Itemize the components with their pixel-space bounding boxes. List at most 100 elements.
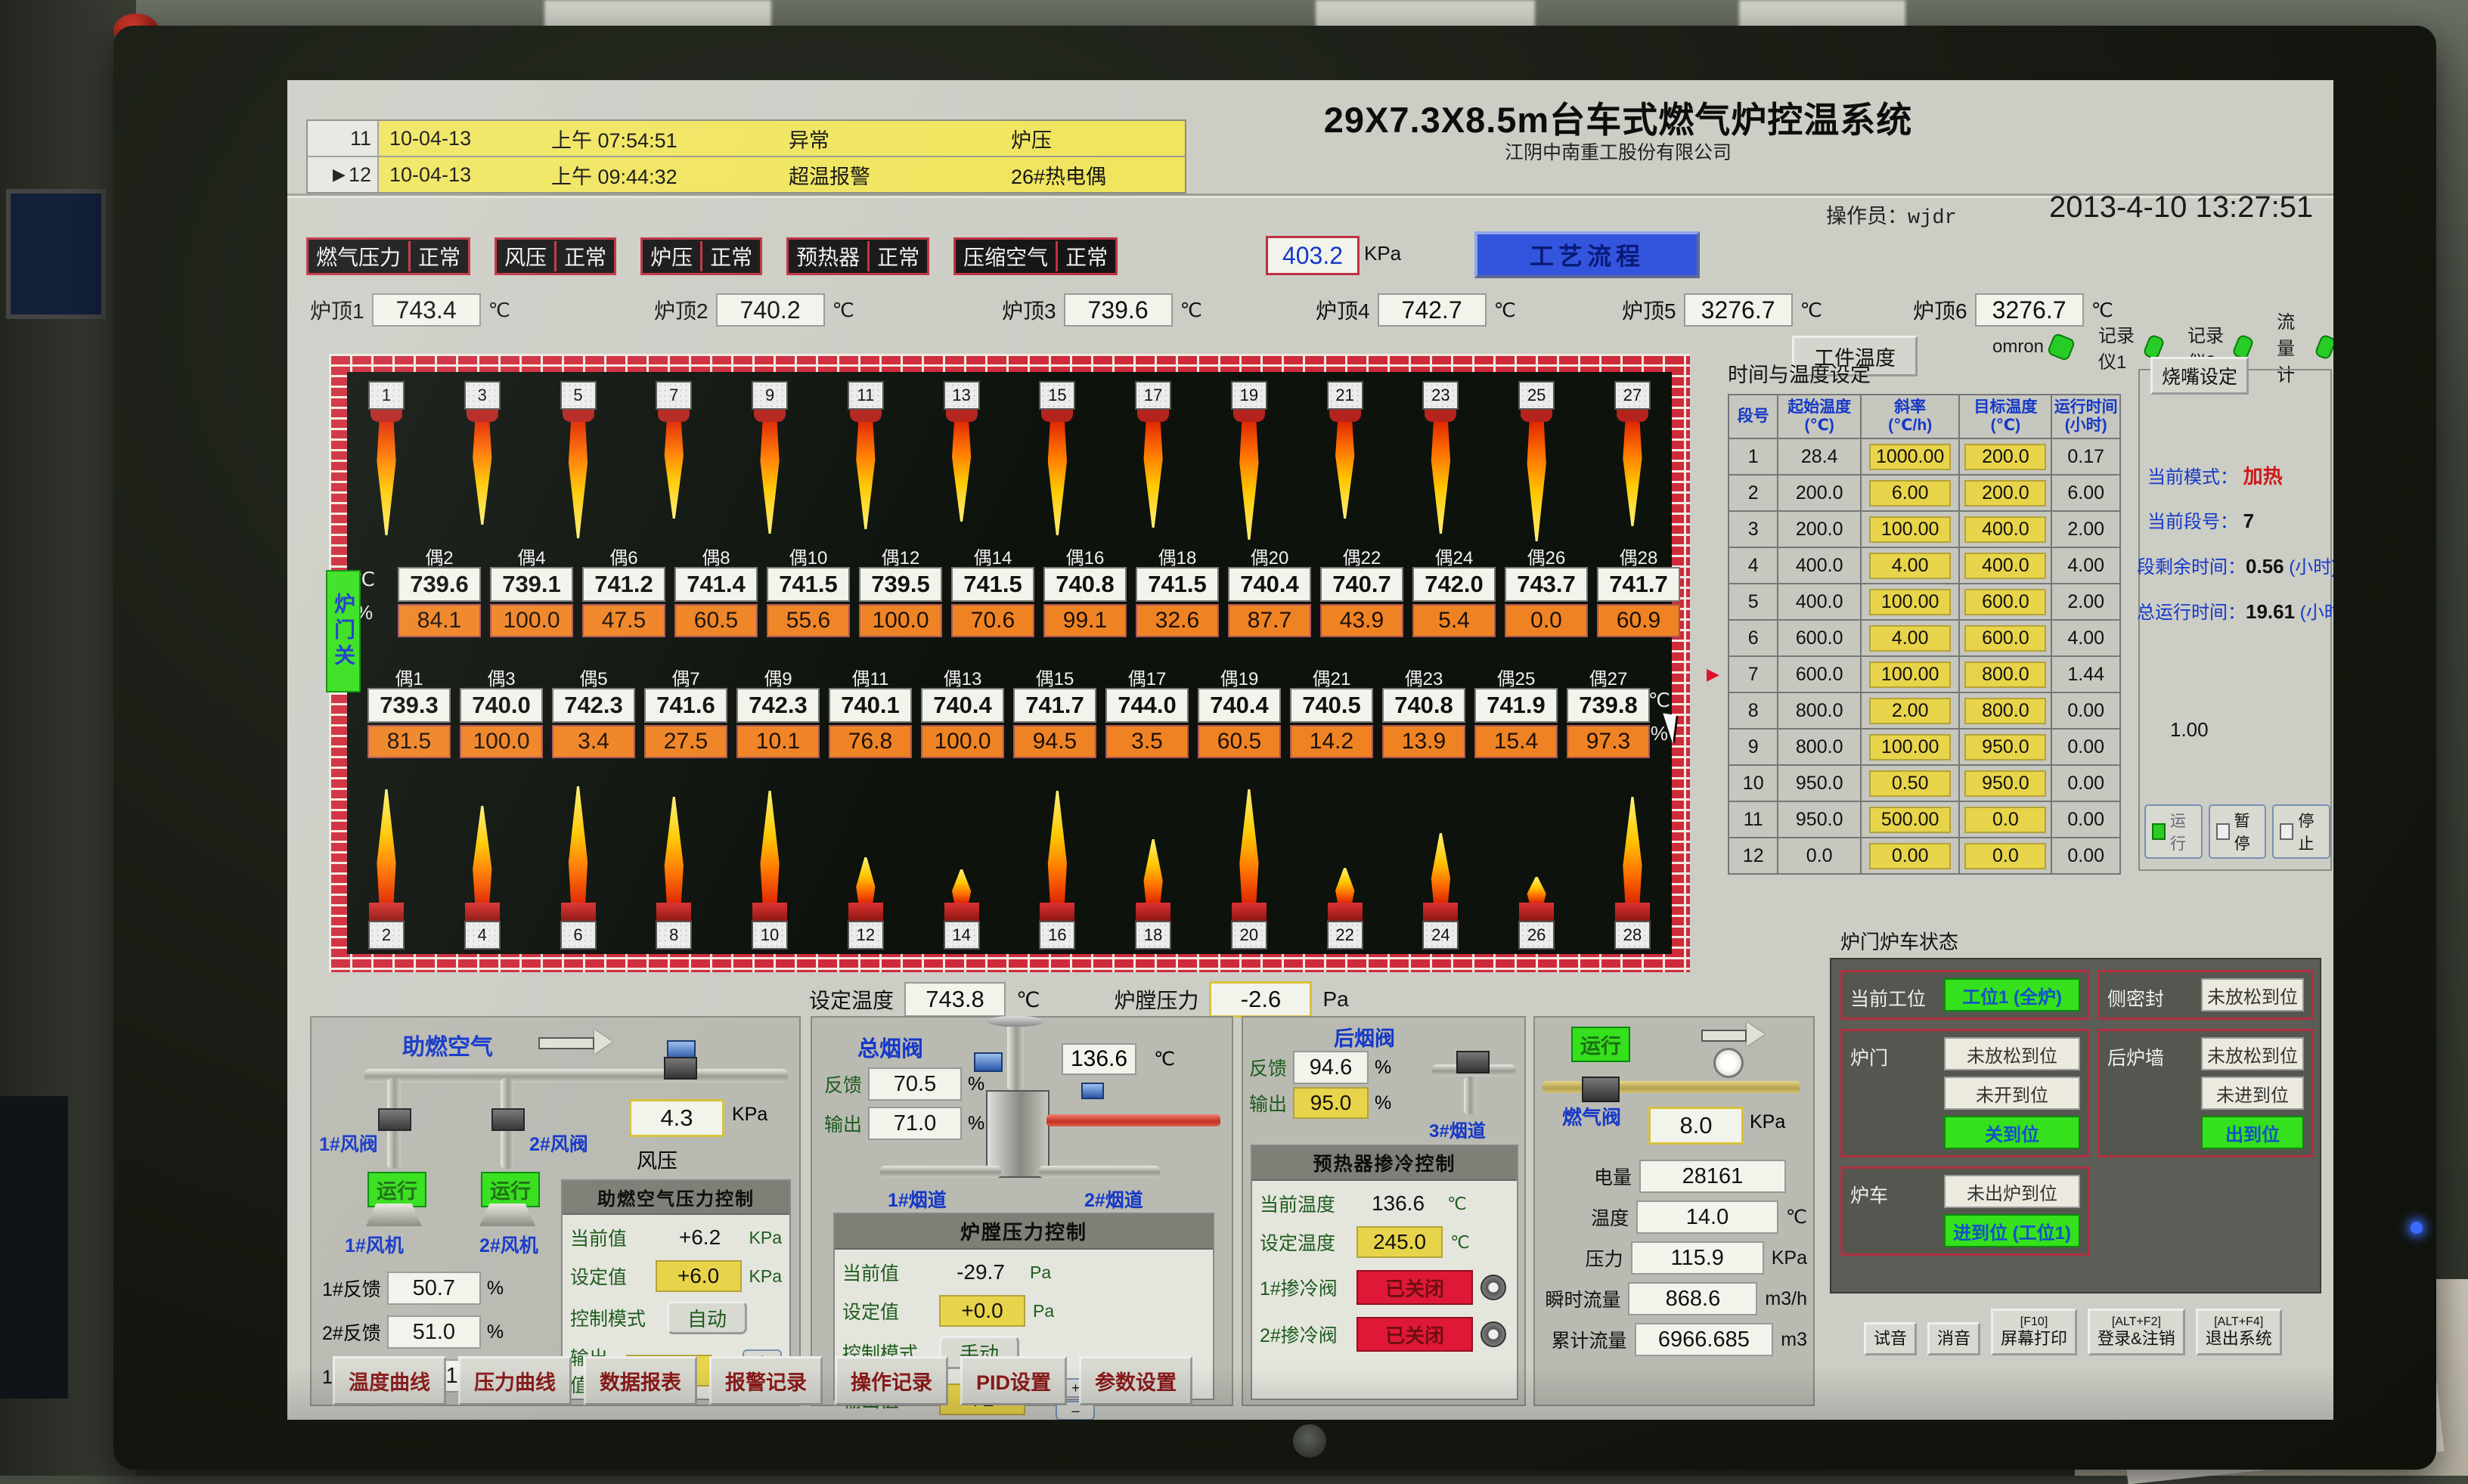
program-cell[interactable]: 950.0 xyxy=(1959,729,2051,765)
valve-actuator-icon[interactable] xyxy=(1480,1275,1506,1300)
program-row[interactable]: 8800.02.00800.00.00 xyxy=(1729,692,2120,729)
burner-nozzle-icon xyxy=(1041,410,1073,422)
program-table[interactable]: 段号起始温度 (℃)斜率 (℃/h)目标温度 (℃)运行时间 (小时)128.4… xyxy=(1728,394,2121,875)
program-cell: 1.44 xyxy=(2051,656,2120,692)
thermocouple-output-value: 100.0 xyxy=(490,604,573,637)
program-cell[interactable]: 600.0 xyxy=(1959,620,2051,656)
bottom-tab[interactable]: 操作记录 xyxy=(835,1356,948,1405)
gas-measurement-row: 温度14.0℃ xyxy=(1541,1201,1807,1234)
program-cell[interactable]: 800.0 xyxy=(1959,692,2051,729)
program-cell[interactable]: 800.0 xyxy=(1959,656,2051,692)
air-pressure-label: 风压 xyxy=(637,1145,677,1174)
pause-button[interactable]: 暂停 xyxy=(2209,804,2267,859)
system-button[interactable]: [ALT+F2]登录&注销 xyxy=(2088,1309,2185,1355)
program-cell[interactable]: 6.00 xyxy=(1861,475,1959,511)
air-feedback-label: 2#反馈 xyxy=(322,1318,381,1346)
program-cell[interactable]: 100.00 xyxy=(1861,656,1959,692)
thermocouple-temp-value: 742.3 xyxy=(552,688,635,723)
thermocouple-temp-value: 740.4 xyxy=(1198,688,1281,723)
cooling-valve-state: 已关闭 xyxy=(1356,1270,1473,1305)
status-badge: 炉压正常 xyxy=(640,237,762,275)
program-row[interactable]: 2200.06.00200.06.00 xyxy=(1729,475,2120,511)
bottom-tab[interactable]: 压力曲线 xyxy=(458,1356,572,1405)
program-cell[interactable]: 0.50 xyxy=(1861,765,1959,801)
process-flow-button[interactable]: 工艺流程 xyxy=(1474,231,1700,278)
alarm-list[interactable]: 1110-04-13上午 07:54:51异常炉压▶1210-04-13上午 0… xyxy=(306,119,1186,194)
program-cell[interactable]: 100.00 xyxy=(1861,584,1959,620)
bottom-tab[interactable]: 报警记录 xyxy=(709,1356,823,1405)
bottom-tab[interactable]: PID设置 xyxy=(960,1356,1067,1405)
operator-label: 操作员： xyxy=(1826,205,1908,228)
program-cell[interactable]: 4.00 xyxy=(1861,620,1959,656)
program-cell[interactable]: 100.00 xyxy=(1861,511,1959,547)
control-setpoint-value[interactable]: +6.0 xyxy=(656,1260,742,1292)
setpoint-unit: ℃ xyxy=(1016,987,1040,1012)
program-row[interactable]: 10950.00.50950.00.00 xyxy=(1729,765,2120,801)
alarm-row[interactable]: ▶1210-04-13上午 09:44:32超温报警26#热电偶 xyxy=(308,157,1185,192)
thermocouple-label: 偶27 xyxy=(1589,664,1628,688)
system-button[interactable]: [F10]屏幕打印 xyxy=(1991,1309,2077,1355)
control-setpoint-value[interactable]: 245.0 xyxy=(1356,1226,1443,1258)
program-cell[interactable]: 950.0 xyxy=(1959,765,2051,801)
mode-button[interactable]: 自动 xyxy=(667,1301,747,1334)
bottom-tab[interactable]: 数据报表 xyxy=(584,1356,697,1405)
thermocouple-row-odd: 偶1739.381.5偶3740.0100.0偶5742.33.4偶7741.6… xyxy=(367,664,1651,758)
burner-nozzle-icon xyxy=(754,410,786,422)
power-led[interactable] xyxy=(2411,1222,2423,1234)
program-cell[interactable]: 100.00 xyxy=(1861,729,1959,765)
alarm-row[interactable]: 1110-04-13上午 07:54:51异常炉压 xyxy=(308,121,1185,157)
stop-button[interactable]: 停止 xyxy=(2272,804,2330,859)
system-button[interactable]: 试音 xyxy=(1864,1322,1917,1355)
program-row[interactable]: 120.00.000.00.00 xyxy=(1729,838,2120,874)
program-cell[interactable]: 2.00 xyxy=(1861,692,1959,729)
status-badge-state: 正常 xyxy=(1058,241,1115,271)
program-row[interactable]: 11950.0500.000.00.00 xyxy=(1729,801,2120,838)
bottom-tab[interactable]: 参数设置 xyxy=(1079,1356,1192,1405)
thermocouple: 偶7741.627.5 xyxy=(643,664,728,758)
program-row[interactable]: 128.41000.00200.00.17 xyxy=(1729,438,2120,475)
run-button[interactable]: 运行 xyxy=(2144,804,2203,859)
thermocouple-label: 偶8 xyxy=(702,543,730,567)
program-cell[interactable]: 4.00 xyxy=(1861,547,1959,584)
program-cell: 800.0 xyxy=(1778,692,1861,729)
thermocouple-label: 偶6 xyxy=(609,543,637,567)
thermocouple-output-value: 84.1 xyxy=(398,604,481,637)
status-badge-state: 正常 xyxy=(702,241,760,271)
burner-settings-button[interactable]: 烧嘴设定 xyxy=(2150,357,2249,395)
program-row[interactable]: 3200.0100.00400.02.00 xyxy=(1729,511,2120,547)
top-burner: 15 xyxy=(1033,381,1081,541)
furnace-top-temp: 炉顶2740.2℃ xyxy=(654,293,854,327)
program-cell[interactable]: 0.0 xyxy=(1959,838,2051,874)
current-alarm-marker: ▶ xyxy=(333,165,346,184)
thermocouple: 偶14741.570.6 xyxy=(950,543,1035,637)
control-row: 控制模式自动 xyxy=(570,1301,782,1334)
control-setpoint-value[interactable]: +0.0 xyxy=(939,1295,1025,1327)
valve-actuator-icon[interactable] xyxy=(1480,1321,1506,1347)
program-row[interactable]: 9800.0100.00950.00.00 xyxy=(1729,729,2120,765)
air-valve1-label: 1#风阀 xyxy=(319,1129,378,1157)
program-cell[interactable]: 0.0 xyxy=(1959,801,2051,838)
program-row[interactable]: 5400.0100.00600.02.00 xyxy=(1729,584,2120,620)
program-cell[interactable]: 600.0 xyxy=(1959,584,2051,620)
thermocouple: 偶17744.03.5 xyxy=(1105,664,1189,758)
program-cell[interactable]: 400.0 xyxy=(1959,547,2051,584)
thermocouple: 偶8741.460.5 xyxy=(674,543,758,637)
program-cell[interactable]: 400.0 xyxy=(1959,511,2051,547)
thermocouple-label: 偶4 xyxy=(517,543,545,567)
door-status-label: 当前工位 xyxy=(1850,978,1935,1012)
program-cell: 28.4 xyxy=(1778,438,1861,475)
bottom-tab[interactable]: 温度曲线 xyxy=(333,1356,446,1405)
program-row[interactable]: 4400.04.00400.04.00 xyxy=(1729,547,2120,584)
program-cell[interactable]: 200.0 xyxy=(1959,438,2051,475)
system-button[interactable]: [ALT+F4]退出系统 xyxy=(2196,1309,2282,1355)
program-cell[interactable]: 200.0 xyxy=(1959,475,2051,511)
program-cell[interactable]: 1000.00 xyxy=(1861,438,1959,475)
program-cell[interactable]: 500.00 xyxy=(1861,801,1959,838)
program-row[interactable]: ▶7600.0100.00800.01.44 xyxy=(1729,656,2120,692)
thermocouple-label: 偶11 xyxy=(852,664,889,688)
program-cell[interactable]: 0.00 xyxy=(1861,838,1959,874)
system-button[interactable]: 消音 xyxy=(1927,1322,1980,1355)
thermocouple-label: 偶2 xyxy=(425,543,453,567)
program-cell: 600.0 xyxy=(1778,656,1861,692)
program-row[interactable]: 6600.04.00600.04.00 xyxy=(1729,620,2120,656)
